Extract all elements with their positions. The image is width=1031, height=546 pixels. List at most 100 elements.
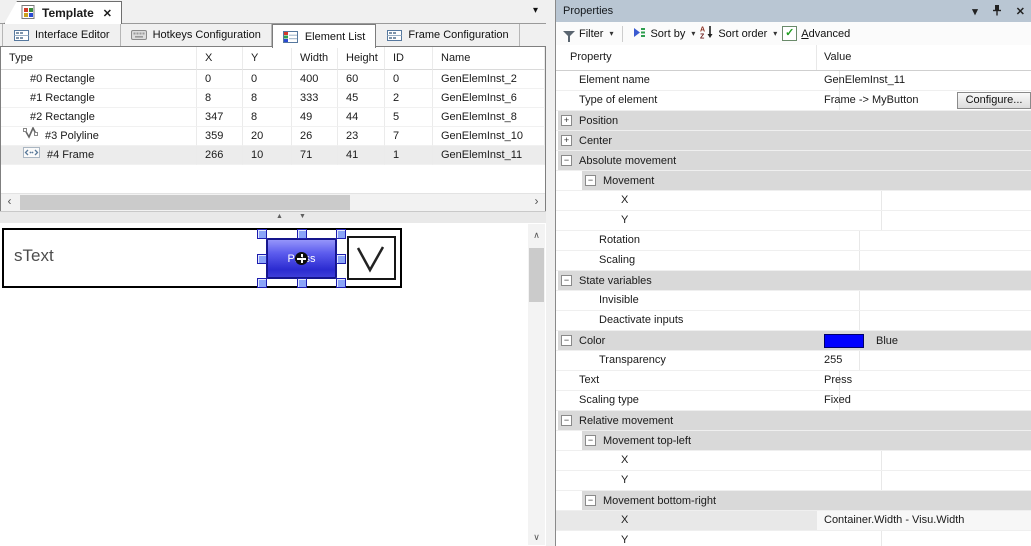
property-row-y[interactable]: Y <box>556 471 1031 491</box>
sort-order-button[interactable]: AZ Sort order ▾ <box>700 25 777 42</box>
hscroll-thumb[interactable] <box>20 195 350 210</box>
column-header-width[interactable]: Width <box>292 47 338 70</box>
selection-handle-bottom-middle[interactable] <box>296 278 307 288</box>
selection-handle-top-left[interactable] <box>257 229 267 239</box>
column-header-y[interactable]: Y <box>243 47 292 70</box>
tab-template[interactable]: Template ✕ <box>4 1 123 24</box>
selection-handle-bottom-right[interactable] <box>336 278 346 288</box>
column-header-x[interactable]: X <box>197 47 243 70</box>
element-table-hscrollbar[interactable]: ‹ › <box>1 193 545 211</box>
property-value-cell[interactable] <box>817 451 1031 470</box>
property-group-center[interactable]: + Center <box>556 131 1031 151</box>
splitter-down-icon[interactable]: ▼ <box>299 213 306 221</box>
selection-handle-top-right[interactable] <box>336 229 346 239</box>
expand-icon[interactable]: + <box>561 135 572 146</box>
column-header-type[interactable]: Type <box>1 47 197 70</box>
property-row-y[interactable]: Y <box>556 211 1031 231</box>
property-row-scaling[interactable]: Scaling <box>556 251 1031 271</box>
property-value-cell[interactable]: Press <box>817 371 1031 390</box>
table-row-4-frame[interactable]: #4 Frame 266 10 71 41 1 GenElemInst_11 <box>1 146 545 165</box>
property-value-cell[interactable]: 255 <box>817 351 1031 370</box>
sort-by-button[interactable]: Sort by ▾ <box>632 26 695 42</box>
property-value-cell[interactable] <box>817 231 1031 250</box>
tab-frame-configuration[interactable]: Frame Configuration <box>376 24 520 46</box>
collapse-icon[interactable]: − <box>585 175 596 186</box>
column-header-name[interactable]: Name <box>433 47 545 70</box>
column-header-height[interactable]: Height <box>338 47 385 70</box>
selection-handle-bottom-left[interactable] <box>257 278 267 288</box>
vscroll-thumb[interactable] <box>529 248 544 302</box>
tab-hotkeys-configuration[interactable]: Hotkeys Configuration <box>121 24 272 46</box>
property-value-cell[interactable] <box>817 291 1031 310</box>
property-group-position[interactable]: + Position <box>556 111 1031 131</box>
scroll-left-icon[interactable]: ‹ <box>1 194 18 211</box>
tab-close-icon[interactable]: ✕ <box>103 7 112 20</box>
selection-handle-middle-right[interactable] <box>336 253 346 264</box>
collapse-icon[interactable]: − <box>561 155 572 166</box>
property-row-x[interactable]: X <box>556 191 1031 211</box>
color-swatch[interactable] <box>824 333 864 348</box>
property-group-absolute-movement[interactable]: − Absolute movement <box>556 151 1031 171</box>
collapse-icon[interactable]: − <box>561 275 572 286</box>
property-value-cell[interactable] <box>817 191 1031 210</box>
property-value-cell[interactable] <box>817 251 1031 270</box>
column-header-id[interactable]: ID <box>385 47 433 70</box>
scroll-right-icon[interactable]: › <box>528 194 545 211</box>
collapse-icon[interactable]: − <box>561 415 572 426</box>
table-row-2-rectangle[interactable]: #2 Rectangle 347 8 49 44 5 GenElemInst_8 <box>1 108 545 127</box>
property-group-relative-movement[interactable]: − Relative movement <box>556 411 1031 431</box>
property-row-x[interactable]: X Container.Width - Visu.Width <box>556 511 1031 531</box>
property-row-type-of-element[interactable]: Type of element Frame -> MyButton Configur… <box>556 91 1031 111</box>
table-row-1-rectangle[interactable]: #1 Rectangle 8 8 333 45 2 GenElemInst_6 <box>1 89 545 108</box>
property-row-scaling-type[interactable]: Scaling type Fixed <box>556 391 1031 411</box>
panel-close-icon[interactable]: ✕ <box>1016 5 1025 18</box>
collapse-icon[interactable]: − <box>585 495 596 506</box>
table-row-3-polyline[interactable]: #3 Polyline 359 20 26 23 7 GenElemInst_10 <box>1 127 545 146</box>
expand-icon[interactable]: + <box>561 115 572 126</box>
panel-menu-icon[interactable]: ▾ <box>972 5 978 18</box>
property-value-cell[interactable] <box>817 311 1031 330</box>
property-value-cell[interactable] <box>817 471 1031 490</box>
splitter-grips[interactable]: ▲ ▼ <box>276 213 306 221</box>
collapse-icon[interactable]: − <box>561 335 572 346</box>
property-group-movement-bottom-right[interactable]: − Movement bottom-right <box>556 491 1031 511</box>
canvas-checkmark-box-element[interactable] <box>347 236 396 280</box>
property-row-deactivate-inputs[interactable]: Deactivate inputs <box>556 311 1031 331</box>
visualization-canvas[interactable]: sText Press ∧ ∨ <box>0 223 546 546</box>
selection-handle-top-middle[interactable] <box>296 229 307 239</box>
property-row-transparency[interactable]: Transparency 255 <box>556 351 1031 371</box>
property-row-rotation[interactable]: Rotation <box>556 231 1031 251</box>
table-row-0-rectangle[interactable]: #0 Rectangle 0 0 400 60 0 GenElemInst_2 <box>1 70 545 89</box>
configure-button[interactable]: Configure... <box>957 92 1031 109</box>
selection-handle-middle-left[interactable] <box>257 253 267 264</box>
property-row-x[interactable]: X <box>556 451 1031 471</box>
property-row-y[interactable]: Y <box>556 531 1031 546</box>
collapse-icon[interactable]: − <box>585 435 596 446</box>
canvas-vscrollbar[interactable]: ∧ ∨ <box>528 224 545 545</box>
property-row-invisible[interactable]: Invisible <box>556 291 1031 311</box>
scroll-down-icon[interactable]: ∨ <box>528 529 545 545</box>
property-group-state-variables[interactable]: − State variables <box>556 271 1031 291</box>
filter-button[interactable]: Filter ▾ <box>563 28 613 42</box>
property-group-movement-top-left[interactable]: − Movement top-left <box>556 431 1031 451</box>
property-value-cell[interactable]: Fixed <box>817 391 1031 410</box>
property-group-color[interactable]: − Color Blue <box>556 331 1031 351</box>
pin-icon[interactable] <box>992 4 1002 19</box>
tab-list-menu-icon[interactable]: ▾ <box>533 5 538 16</box>
rotation-center-crosshair-icon[interactable] <box>295 252 308 265</box>
property-value-cell[interactable] <box>817 531 1031 546</box>
property-value-cell[interactable]: GenElemInst_11 <box>817 71 1031 90</box>
column-divider[interactable] <box>816 45 817 70</box>
scroll-up-icon[interactable]: ∧ <box>528 227 545 243</box>
advanced-checkbox[interactable]: ✓ <box>782 26 798 41</box>
tab-element-list[interactable]: Element List <box>271 24 377 48</box>
property-group-movement[interactable]: − Movement <box>556 171 1031 191</box>
property-value-cell[interactable]: Container.Width - Visu.Width <box>817 511 1031 530</box>
splitter-up-icon[interactable]: ▲ <box>276 213 283 221</box>
advanced-toggle[interactable]: ✓ Advanced <box>782 26 850 41</box>
property-value-cell[interactable] <box>817 211 1031 230</box>
tab-interface-editor[interactable]: Interface Editor <box>2 24 121 46</box>
property-row-text[interactable]: Text Press <box>556 371 1031 391</box>
property-row-element-name[interactable]: Element name GenElemInst_11 <box>556 71 1031 91</box>
property-value-cell[interactable]: Frame -> MyButton Configure... <box>817 91 1031 110</box>
